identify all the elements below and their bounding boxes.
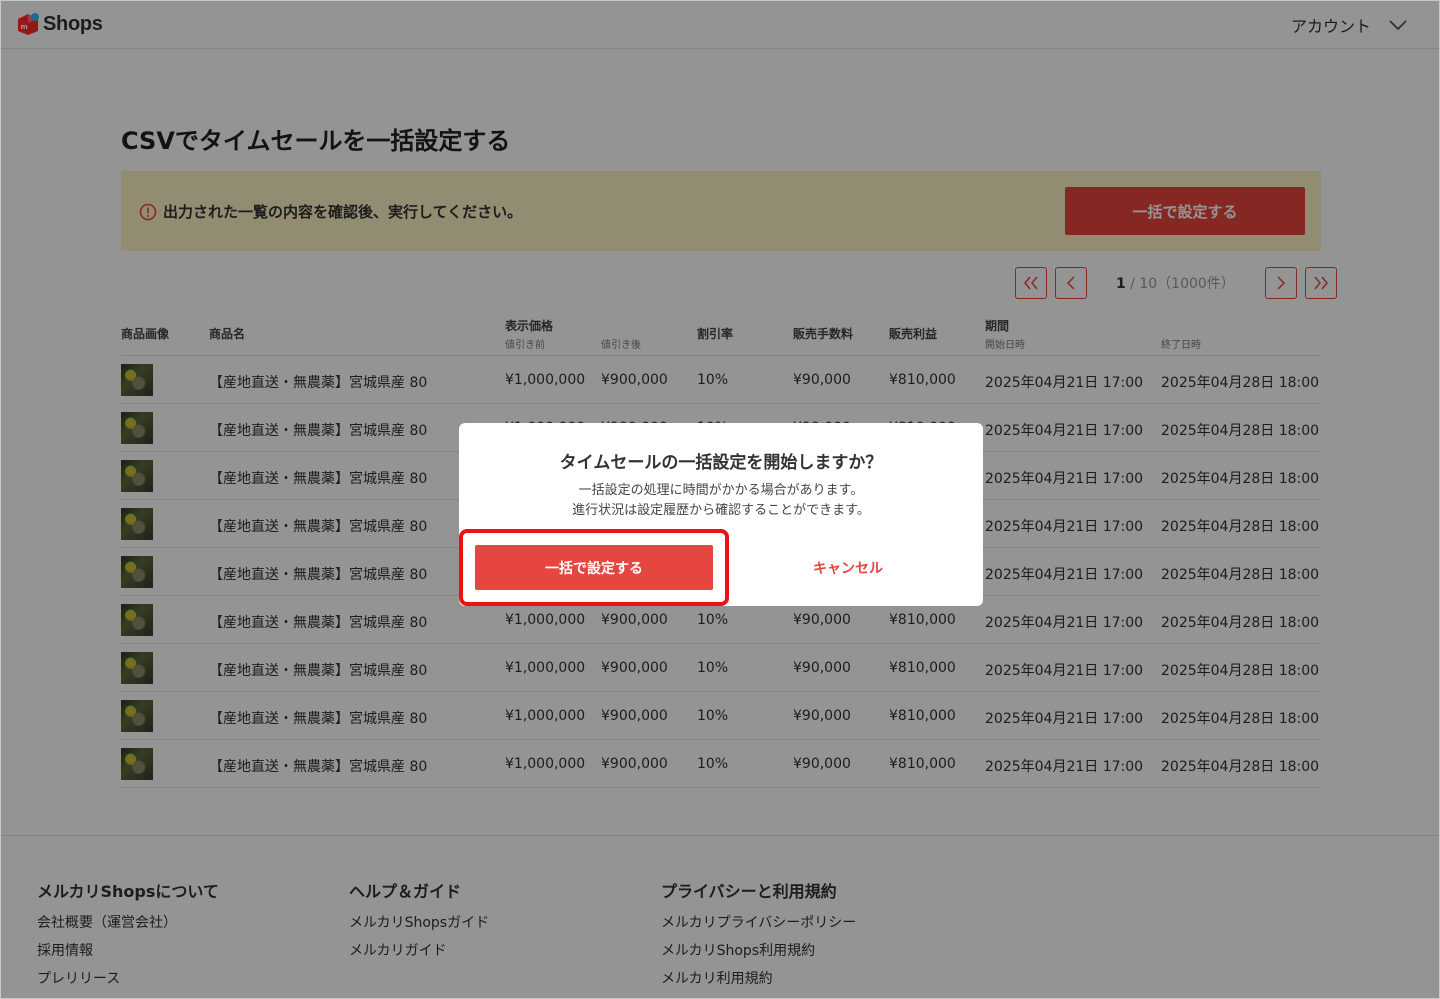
dialog-message-line1: 一括設定の処理に時間がかかる場合があります。	[578, 483, 864, 498]
page: m Shops アカウント CSVでタイムセールを一括設定する 出力された一覧の…	[0, 0, 1440, 999]
dialog-message-line2: 進行状況は設定履歴から確認することができます。	[572, 503, 870, 518]
dialog-message: 一括設定の処理に時間がかかる場合があります。 進行状況は設定履歴から確認すること…	[459, 481, 983, 521]
highlight-annotation	[459, 529, 729, 606]
cancel-button[interactable]: キャンセル	[729, 545, 967, 590]
dialog-title: タイムセールの一括設定を開始しますか？	[559, 453, 883, 473]
